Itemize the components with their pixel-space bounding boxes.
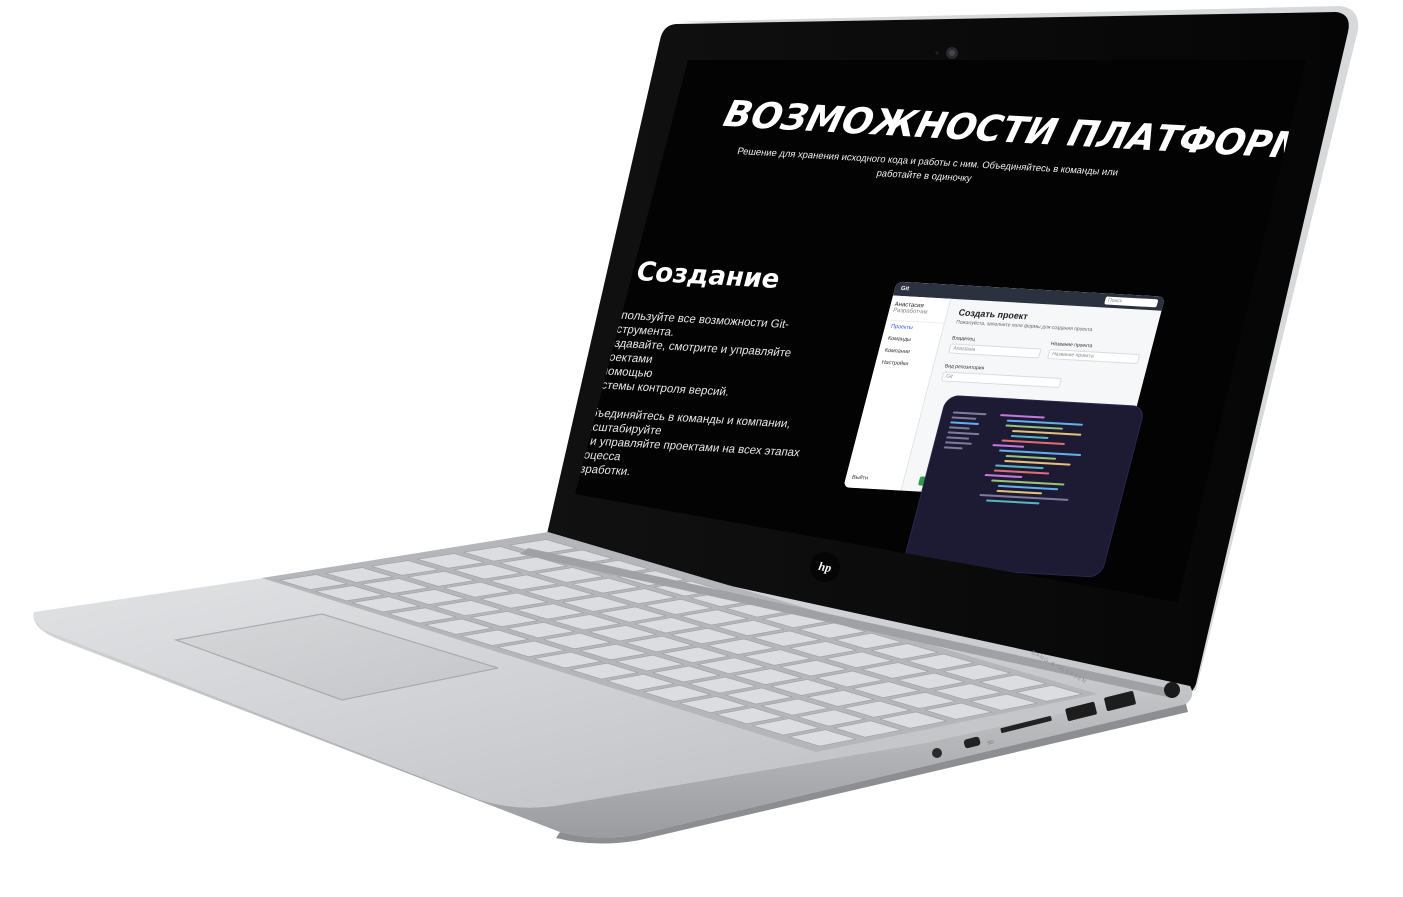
sidebar-item-logout[interactable]: Выйти bbox=[844, 471, 875, 485]
audio-jack-icon bbox=[932, 748, 942, 758]
section-title: Создание bbox=[632, 256, 784, 295]
sidebar-item-settings[interactable]: Настройки bbox=[874, 356, 934, 371]
app-logo: Git bbox=[899, 285, 910, 293]
sidebar-user[interactable]: Анастасия Разработчик bbox=[886, 295, 951, 324]
code-editor-preview bbox=[903, 395, 1145, 577]
section-paragraph: Используйте все возможности Git- инструм… bbox=[587, 308, 793, 399]
power-port-icon bbox=[1164, 682, 1180, 698]
section-paragraph: Объединяйтесь в команды и компании, масш… bbox=[566, 406, 802, 479]
create-project-form: Создать проект Пожалуйста, заполните пол… bbox=[940, 307, 1150, 392]
search-input[interactable]: Поиск bbox=[1104, 296, 1159, 308]
